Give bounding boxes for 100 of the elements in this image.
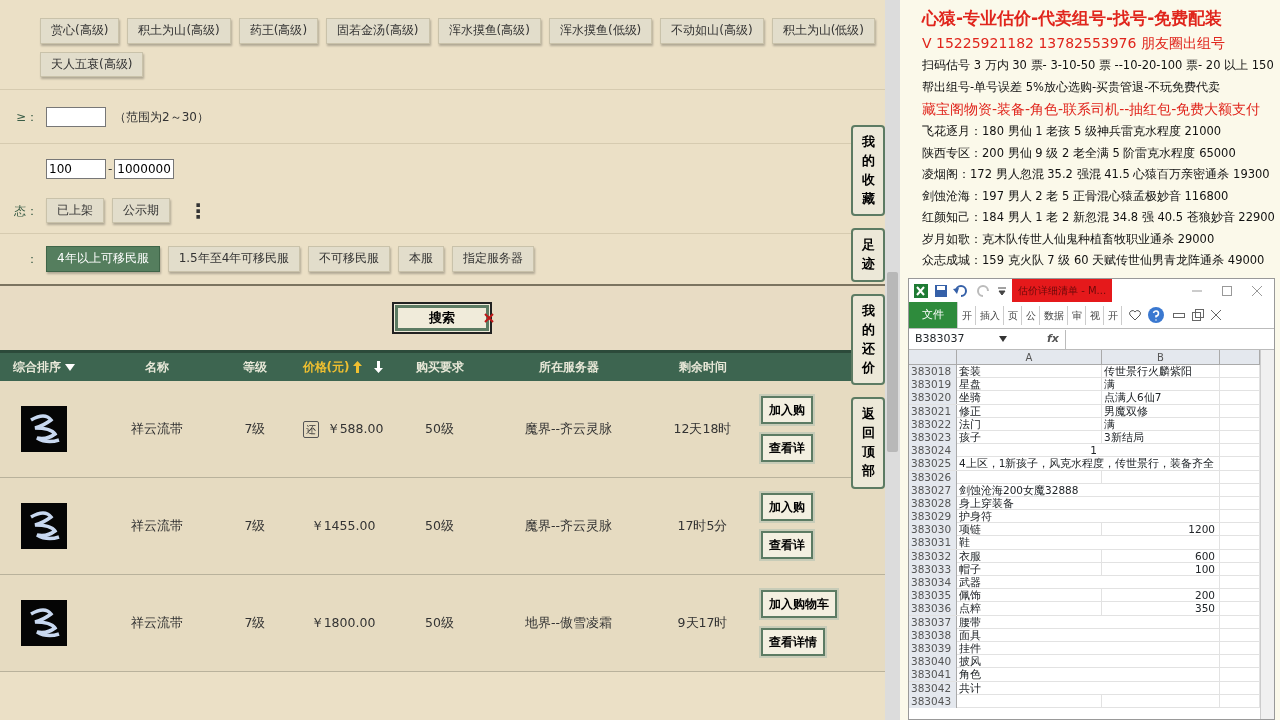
row-number[interactable]: 383035 (909, 589, 957, 603)
more-button[interactable]: ⋮ (188, 195, 208, 226)
details-button[interactable]: 查看详 (761, 434, 813, 463)
row-number[interactable]: 383041 (909, 668, 957, 682)
row-number[interactable]: 383040 (909, 655, 957, 669)
skill-filter-button[interactable]: 浑水摸鱼(低级) (548, 18, 653, 44)
skill-filter-button[interactable]: 药王(高级) (238, 18, 319, 44)
status-filter-button[interactable]: 已上架 (46, 197, 104, 224)
insert-function-button[interactable]: fx (1047, 330, 1059, 348)
close-icon[interactable] (1252, 285, 1262, 296)
note-line: 红颜知己：184 男人 1 老 2 新忽混 34.8 强 40.5 苍狼妙音 22900 (922, 209, 1276, 226)
arrow-up-icon[interactable] (353, 361, 363, 374)
table-cell: 剑蚀沧海200女魔32888 (957, 483, 1220, 497)
search-button[interactable]: 搜索 (391, 302, 492, 335)
table-cell: 披风 (957, 655, 1220, 669)
ribbon-tab[interactable]: 视 (1087, 305, 1104, 325)
column-header: 等级 (243, 359, 267, 377)
details-button[interactable]: 查看详 (761, 531, 813, 560)
swirl-icon (21, 503, 67, 550)
side-tab[interactable]: 返回顶部 (851, 397, 885, 489)
table-cell: 修正 (957, 404, 1102, 418)
ribbon-tab[interactable]: 文件 (909, 301, 958, 329)
skill-filter-button[interactable]: 积土为山(高级) (127, 18, 231, 44)
skill-filter-button[interactable]: 浑水摸鱼(高级) (437, 18, 541, 44)
server-filter-button[interactable]: 指定服务器 (452, 246, 535, 272)
row-number[interactable]: 383030 (909, 523, 957, 537)
item-name: 祥云流带 (130, 516, 184, 535)
ribbon-tab[interactable]: 数据 (1041, 305, 1068, 325)
table-cell: 身上穿装备 (957, 496, 1220, 510)
caret-icon[interactable] (999, 336, 1007, 342)
ribbon-tab[interactable]: 开 (1105, 305, 1122, 325)
restore-icon[interactable] (1192, 309, 1204, 321)
heart-icon[interactable] (1129, 309, 1141, 321)
side-tab[interactable]: 足迹 (851, 228, 885, 283)
row-number[interactable]: 383029 (909, 510, 957, 524)
scrollbar[interactable] (1260, 350, 1274, 719)
row-number[interactable]: 383018 (909, 365, 957, 378)
skill-filter-button[interactable]: 赏心(高级) (40, 18, 120, 44)
caret-icon[interactable] (65, 363, 75, 371)
note-line: 帮出组号-单号误差 5%放心选购-买贵管退-不玩免费代卖 (922, 78, 1222, 96)
table-cell: 传世景行火麟紫阳 (1102, 365, 1220, 378)
server-filter-button[interactable]: 4年以上可移民服 (46, 246, 160, 272)
requirement: 50级 (424, 419, 455, 438)
add-to-cart-button[interactable]: 加入购 (761, 396, 813, 425)
column-header[interactable]: B (1102, 350, 1220, 365)
value-input[interactable] (46, 106, 106, 127)
add-to-cart-button[interactable]: 加入购物车 (761, 590, 837, 619)
close-icon[interactable] (1211, 310, 1221, 320)
filter-label: 态： (13, 202, 38, 220)
arrow-down-icon[interactable] (374, 361, 384, 374)
row-number[interactable]: 383020 (909, 391, 957, 405)
status-filter-button[interactable]: 公示期 (112, 197, 170, 224)
name-box[interactable]: B383037 (915, 330, 993, 348)
table-cell: 项链 (957, 523, 1102, 537)
row-number[interactable]: 383025 (909, 457, 957, 471)
price-max-input[interactable]: 1000000 (114, 159, 175, 180)
server-filter-button[interactable]: 本服 (398, 246, 445, 272)
ribbon-tab[interactable]: 插入 (977, 305, 1004, 325)
table-cell: 男魔双修 (1102, 404, 1220, 418)
details-button[interactable]: 查看详情 (761, 628, 825, 657)
row-number[interactable]: 383031 (909, 536, 957, 550)
row-number[interactable]: 383036 (909, 602, 957, 616)
item-name: 祥云流带 (130, 419, 184, 438)
sort-column-header[interactable]: 综合排序 (13, 358, 61, 377)
note-line: 剑蚀沧海：197 男人 2 老 5 正骨混心猿孟极妙音 116800 (922, 187, 1230, 205)
skill-filter-button[interactable]: 天人五衰(高级) (40, 51, 144, 78)
column-header[interactable]: A (957, 350, 1102, 365)
side-tab[interactable]: 我的收藏 (851, 125, 885, 217)
side-tab[interactable]: 我的还价 (851, 294, 885, 386)
swirl-icon (21, 600, 67, 647)
table-cell: 护身符 (957, 510, 1220, 524)
cross-mark-icon (483, 313, 494, 324)
sort-column-header[interactable]: 价格(元) (302, 358, 350, 377)
note-line: 扫码估号 3 万内 30 票- 3-10-50 票 --10-20-100 票- 20 以上 150 (922, 57, 1275, 74)
row-number[interactable]: 383034 (909, 576, 957, 589)
add-to-cart-button[interactable]: 加入购 (761, 493, 813, 522)
ribbon-tab[interactable]: 审 (1069, 305, 1086, 325)
ribbon-tab[interactable]: 公 (1023, 305, 1040, 325)
table-cell: 1 (957, 444, 1220, 458)
row-number[interactable]: 383019 (909, 378, 957, 392)
table-cell: 角色 (957, 668, 1220, 682)
maximize-icon[interactable] (1222, 285, 1232, 296)
help-icon[interactable] (1148, 307, 1164, 323)
skill-filter-button[interactable]: 积土为山(低级) (771, 18, 875, 44)
skill-filter-button[interactable]: 固若金汤(高级) (326, 18, 430, 44)
price-min-input[interactable]: 100 (46, 159, 106, 180)
swirl-icon (21, 406, 67, 453)
skill-filter-button[interactable]: 不动如山(高级) (660, 18, 764, 44)
server-filter-button[interactable]: 1.5年至4年可移民服 (167, 246, 301, 272)
column-header: 购买要求 (415, 359, 464, 377)
ribbon-tab[interactable]: 开 (959, 305, 976, 325)
window-title: 估价详细清单 - M... (1012, 279, 1113, 302)
server-filter-button[interactable]: 不可移民服 (308, 246, 391, 272)
item-level: 7级 (243, 516, 267, 535)
scrollbar[interactable] (885, 0, 900, 720)
row-number[interactable]: 383024 (909, 444, 957, 458)
ribbon-tab[interactable]: 页 (1005, 305, 1022, 325)
table-cell: 共计 (957, 681, 1220, 695)
minimize-icon[interactable] (1173, 311, 1185, 319)
save-icon[interactable] (934, 283, 948, 298)
